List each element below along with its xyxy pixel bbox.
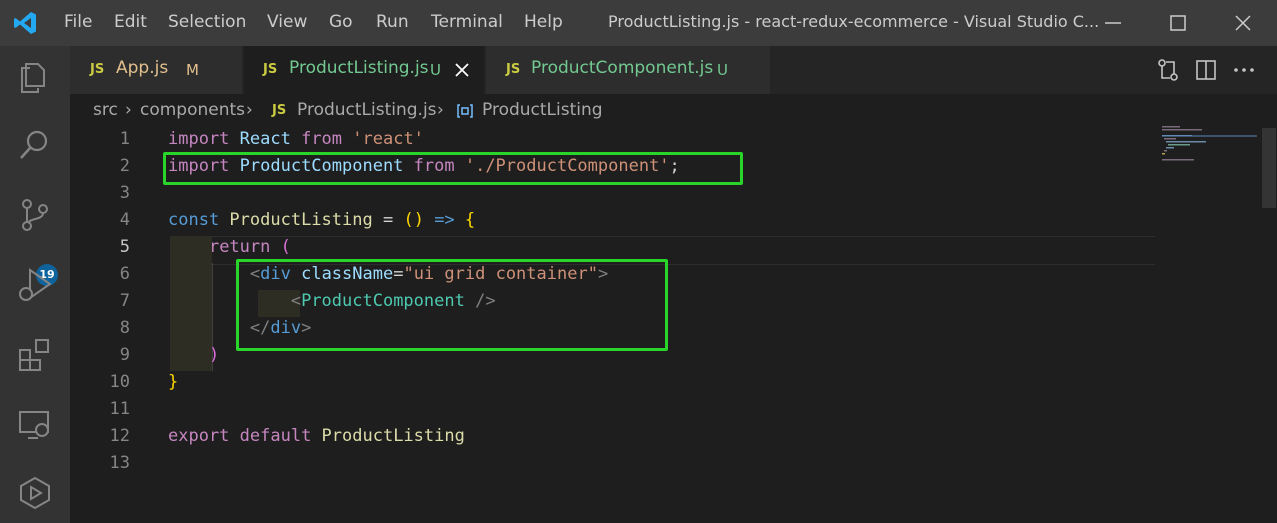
close-window-button[interactable] — [1215, 0, 1271, 46]
breadcrumb: src › components › JS ProductListing.js … — [70, 94, 1277, 128]
breadcrumb-file[interactable]: ProductListing.js — [297, 100, 437, 120]
code-token: const — [168, 210, 230, 230]
menu-go[interactable]: Go — [329, 12, 353, 32]
code-token: = — [382, 210, 404, 230]
tab-bar: JS App.js M JS ProductListing.js U JS Pr… — [70, 46, 1277, 94]
code-token: export — [168, 426, 240, 446]
menu-help[interactable]: Help — [524, 12, 563, 32]
tab-productcomponent-js[interactable]: JS ProductComponent.js U — [486, 46, 770, 94]
line-number: 12 — [109, 426, 130, 446]
line-number: 3 — [119, 183, 130, 203]
code-line[interactable]: return ( — [168, 237, 291, 257]
source-control-icon[interactable] — [16, 196, 54, 234]
vertical-scrollbar[interactable] — [1262, 128, 1276, 208]
tab-status: U — [717, 61, 728, 79]
chevron-right-icon: › — [437, 100, 444, 120]
tab-status: M — [186, 61, 199, 79]
line-number: 4 — [119, 210, 130, 230]
line-number: 6 — [119, 264, 130, 284]
code-token: React — [239, 129, 302, 149]
code-line[interactable]: } — [168, 372, 178, 392]
close-icon — [1235, 15, 1251, 31]
more-actions-icon[interactable] — [1232, 58, 1256, 82]
code-token: => — [434, 210, 455, 230]
code-token: from — [301, 129, 353, 149]
code-token: ) — [413, 210, 424, 230]
menu-terminal[interactable]: Terminal — [431, 12, 503, 32]
title-bar: File Edit Selection View Go Run Terminal… — [0, 0, 1277, 46]
code-token: 'react' — [352, 129, 424, 149]
tab-status: U — [430, 61, 441, 79]
menu-run[interactable]: Run — [376, 12, 409, 32]
menu-edit[interactable]: Edit — [114, 12, 147, 32]
code-token: ( — [280, 237, 291, 257]
tab-label: App.js — [116, 58, 169, 78]
line-number: 9 — [119, 345, 130, 365]
extensions-icon[interactable] — [16, 336, 54, 374]
tab-label: ProductListing.js — [289, 58, 429, 78]
code-token: return — [208, 237, 281, 257]
tab-productlisting-js[interactable]: JS ProductListing.js U — [244, 46, 484, 94]
line-number: 13 — [109, 453, 130, 473]
javascript-file-icon: JS — [506, 62, 521, 77]
javascript-file-icon: JS — [90, 62, 105, 77]
run-debug-icon[interactable] — [16, 266, 54, 304]
code-token: ( — [403, 210, 414, 230]
minimize-button[interactable] — [1085, 0, 1141, 46]
breadcrumb-src[interactable]: src — [93, 100, 118, 120]
code-token: ProductListing — [229, 210, 383, 230]
maximize-icon — [1170, 15, 1186, 31]
code-line[interactable]: const ProductListing = () => { — [168, 210, 475, 230]
menu-view[interactable]: View — [267, 12, 307, 32]
line-number: 1 — [119, 129, 130, 149]
maximize-button[interactable] — [1150, 0, 1206, 46]
chevron-right-icon: › — [125, 100, 132, 120]
menu-file[interactable]: File — [64, 12, 92, 32]
remote-explorer-icon[interactable] — [16, 406, 54, 444]
breadcrumb-components[interactable]: components — [140, 100, 245, 120]
line-number: 7 — [119, 291, 130, 311]
deploy-icon[interactable] — [16, 474, 54, 512]
line-number: 5 — [119, 237, 130, 257]
code-editor[interactable]: 1 2 3 4 5 6 7 8 9 10 11 12 13 import React from 'rea… — [70, 128, 1277, 523]
code-token: default — [239, 426, 322, 446]
close-tab-icon[interactable] — [454, 62, 470, 78]
files-icon[interactable] — [16, 58, 54, 96]
search-icon[interactable] — [16, 126, 54, 164]
highlight-box-jsx — [236, 259, 668, 351]
highlight-box-import — [163, 152, 743, 185]
tab-app-js[interactable]: JS App.js M — [70, 46, 242, 94]
code-line[interactable]: ) — [168, 345, 219, 365]
activity-bar: 19 — [0, 46, 70, 523]
compare-changes-icon[interactable] — [1156, 58, 1180, 82]
code-token: ) — [208, 345, 220, 365]
code-token: } — [168, 372, 179, 392]
code-line[interactable]: import React from 'react' — [168, 129, 424, 149]
code-token: ProductListing — [321, 426, 465, 446]
vscode-logo-icon — [14, 12, 36, 34]
window-title: ProductListing.js - react-redux-ecommerc… — [608, 12, 1100, 31]
minimap[interactable] — [1162, 126, 1257, 186]
javascript-file-icon: JS — [272, 103, 287, 118]
code-line[interactable]: export default ProductListing — [168, 426, 465, 446]
line-number: 2 — [119, 156, 130, 176]
code-token: import — [168, 129, 240, 149]
split-editor-icon[interactable] — [1194, 58, 1218, 82]
symbol-variable-icon — [457, 104, 473, 118]
line-number: 10 — [109, 372, 130, 392]
javascript-file-icon: JS — [263, 62, 278, 77]
line-number: 8 — [119, 318, 130, 338]
tab-label: ProductComponent.js — [531, 58, 714, 78]
minimize-icon — [1105, 22, 1121, 24]
code-token: { — [464, 210, 476, 230]
breadcrumb-symbol[interactable]: ProductListing — [482, 100, 603, 120]
line-number: 11 — [109, 399, 130, 419]
chevron-right-icon: › — [246, 100, 253, 120]
menu-selection[interactable]: Selection — [168, 12, 246, 32]
